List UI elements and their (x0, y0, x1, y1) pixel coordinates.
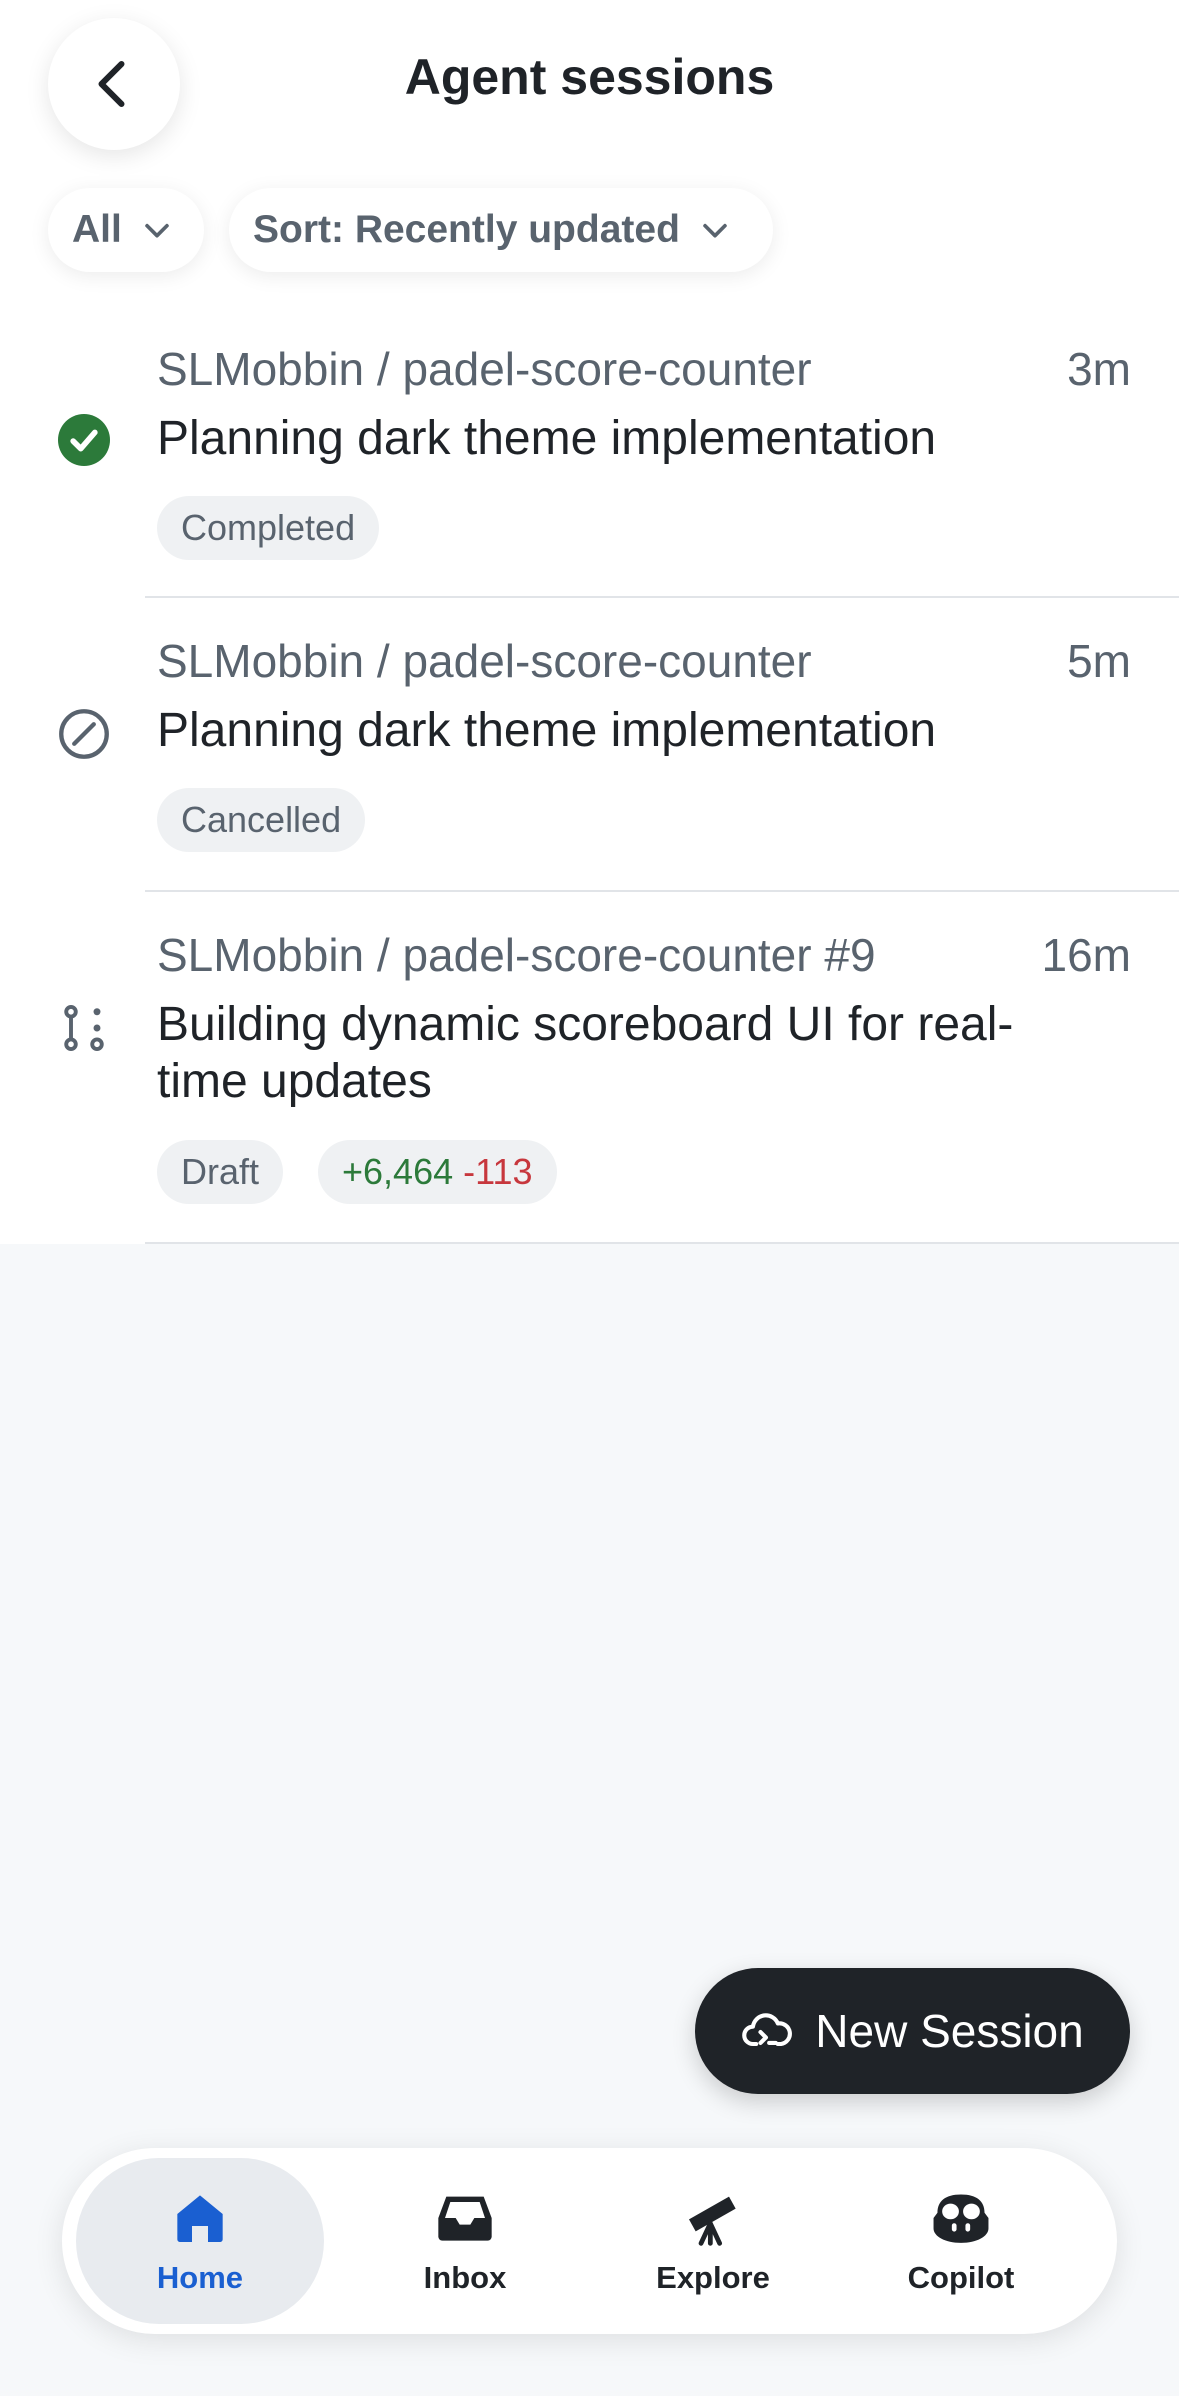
nav-label: Inbox (423, 2260, 507, 2295)
session-repo: SLMobbin / padel-score-counter #9 (157, 929, 876, 981)
status-badge: Completed (157, 496, 380, 560)
header: Agent sessions All Sort: Recently update… (0, 0, 1179, 310)
nav-copilot[interactable]: Copilot (837, 2158, 1085, 2324)
session-time: 5m (1067, 635, 1131, 687)
new-session-label: New Session (815, 2005, 1084, 2057)
sort-label: Sort: Recently updated (253, 208, 680, 251)
session-repo: SLMobbin / padel-score-counter (157, 343, 812, 395)
session-list: SLMobbin / padel-score-counter 3m Planni… (0, 310, 1179, 1244)
session-repo: SLMobbin / padel-score-counter (157, 635, 812, 687)
copilot-icon (933, 2194, 989, 2243)
sort-dropdown[interactable]: Sort: Recently updated (229, 188, 773, 272)
filter-dropdown[interactable]: All (48, 188, 204, 272)
home-icon (177, 2195, 223, 2242)
draft-pull-request-icon (64, 1005, 104, 1051)
nav-inbox[interactable]: Inbox (341, 2158, 589, 2324)
telescope-icon (689, 2196, 736, 2246)
nav-explore[interactable]: Explore (589, 2158, 837, 2324)
session-time: 3m (1067, 343, 1131, 395)
nav-home[interactable]: Home (76, 2158, 324, 2324)
agent-sessions-screen: Agent sessions All Sort: Recently update… (0, 0, 1179, 2396)
session-row[interactable]: SLMobbin / padel-score-counter 3m Planni… (0, 310, 1179, 598)
deletions-count: -113 (463, 1151, 533, 1192)
diff-stats-badge: +6,464 -113 (318, 1140, 557, 1204)
page-title: Agent sessions (404, 49, 775, 105)
session-title: Planning dark theme implementation (157, 704, 937, 757)
cloud-agent-icon (742, 2013, 793, 2047)
nav-label: Copilot (907, 2260, 1015, 2295)
session-title: Building dynamic scoreboard UI for real-… (157, 998, 1014, 1108)
divider (145, 1242, 1179, 1244)
filter-label: All (72, 208, 122, 251)
chevron-down-icon (703, 223, 727, 238)
nav-label: Home (156, 2260, 244, 2295)
session-row[interactable]: SLMobbin / padel-score-counter #9 16m Bu… (0, 892, 1179, 1244)
session-time: 16m (1041, 929, 1131, 981)
cancelled-icon (59, 709, 109, 759)
status-badge: Draft (157, 1140, 284, 1204)
chevron-down-icon (145, 223, 169, 238)
nav-label: Explore (656, 2260, 770, 2295)
session-title: Planning dark theme implementation (157, 412, 937, 465)
inbox-icon (438, 2196, 492, 2241)
new-session-button[interactable]: New Session (695, 1968, 1130, 2094)
check-circle-icon (58, 414, 110, 466)
bottom-nav: Home Inbox Explore Copilot (62, 2148, 1117, 2334)
status-badge: Cancelled (157, 788, 366, 852)
additions-count: +6,464 (342, 1151, 454, 1192)
session-row[interactable]: SLMobbin / padel-score-counter 5m Planni… (0, 598, 1179, 892)
